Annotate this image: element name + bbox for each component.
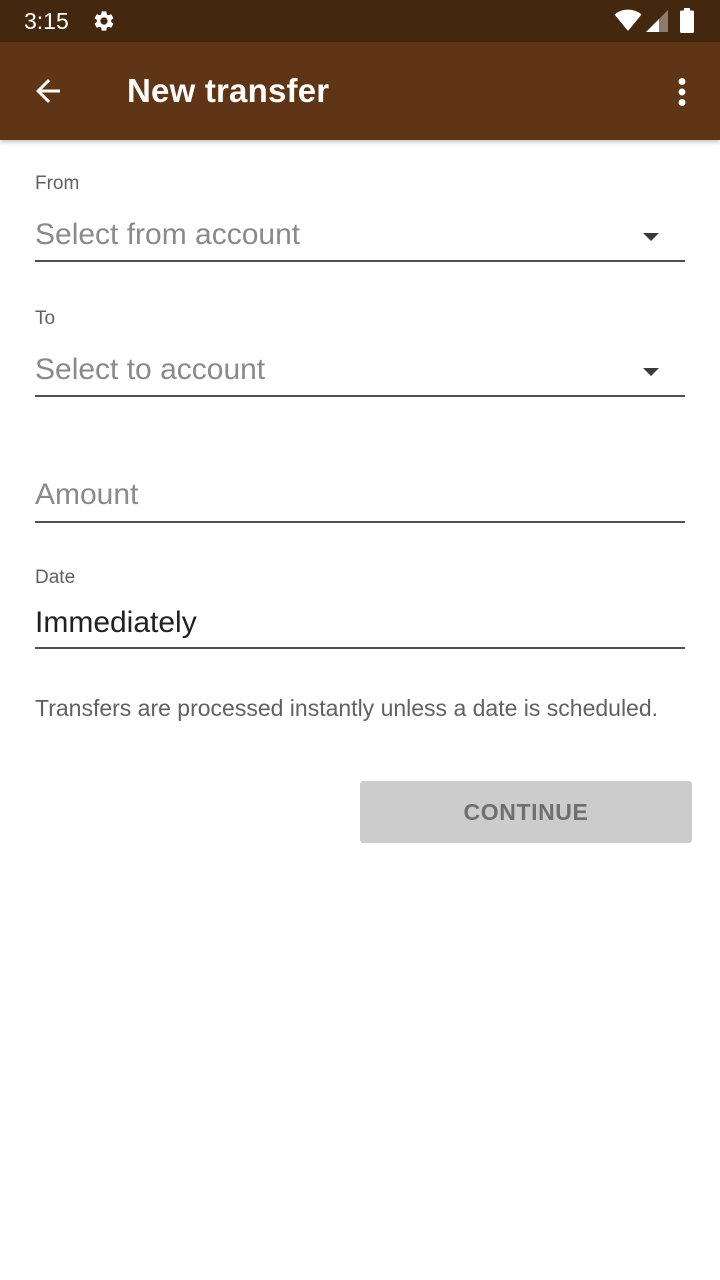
status-bar: 3:15: [0, 0, 720, 42]
cell-signal-icon: [646, 10, 668, 32]
arrow-back-icon[interactable]: [30, 73, 66, 109]
status-time: 3:15: [24, 8, 69, 34]
date-field[interactable]: Immediately: [35, 603, 685, 649]
from-account-dropdown[interactable]: Select from account: [35, 215, 685, 262]
wifi-icon: [614, 9, 642, 31]
to-account-dropdown[interactable]: Select to account: [35, 350, 685, 397]
amount-placeholder: Amount: [35, 478, 139, 511]
amount-field[interactable]: Amount: [35, 475, 685, 523]
date-value: Immediately: [35, 606, 197, 639]
to-account-placeholder: Select to account: [35, 353, 266, 386]
dropdown-arrow-icon: [643, 368, 659, 376]
from-label: From: [35, 173, 80, 194]
from-account-placeholder: Select from account: [35, 218, 301, 251]
continue-button[interactable]: CONTINUE: [360, 781, 692, 843]
battery-icon: [680, 8, 694, 33]
date-label: Date: [35, 567, 76, 588]
more-vert-icon[interactable]: [664, 72, 700, 112]
dropdown-arrow-icon: [643, 233, 659, 241]
settings-gear-icon: [94, 11, 114, 31]
page-title: New transfer: [127, 72, 330, 109]
helper-text: Transfers are processed instantly unless…: [35, 695, 659, 721]
to-label: To: [35, 308, 56, 329]
app-bar: New transfer: [0, 42, 720, 140]
